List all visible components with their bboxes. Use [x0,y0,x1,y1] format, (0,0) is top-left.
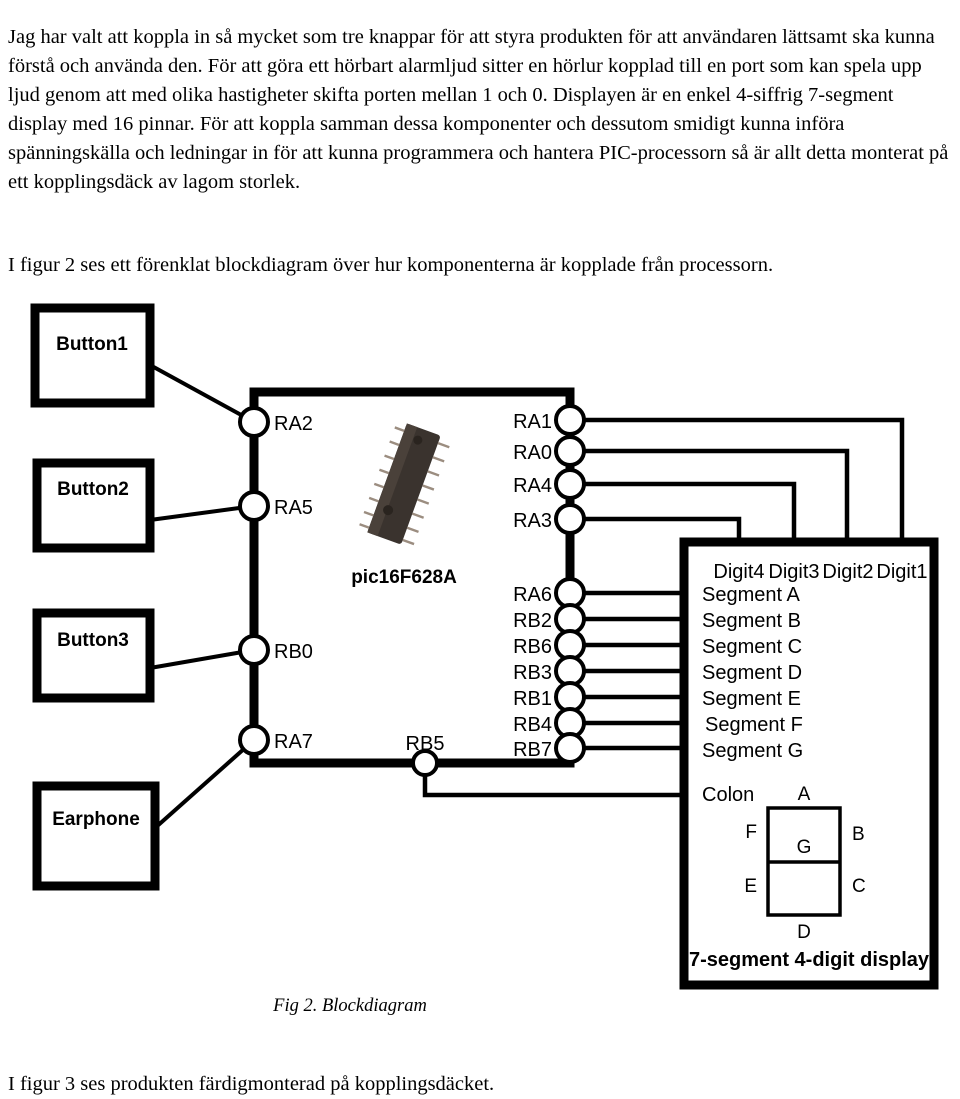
pin-label-ra5: RA5 [274,497,313,519]
seg7-b-letter: B [852,824,865,845]
colon-label: Colon [702,784,754,806]
pin-label-rb3: RB3 [513,662,552,684]
pin-circle-rb7 [554,732,586,764]
button3-box [32,608,155,703]
pin-circle-ra1 [554,404,586,436]
digit-wires [584,417,905,542]
figure-caption: Fig 2. Blockdiagram [273,996,427,1016]
pin-label-ra7: RA7 [274,731,313,753]
pin-label-rb2: RB2 [513,610,552,632]
segment-d-label: Segment D [702,662,802,684]
chip-bottom-pins: RB5 [406,733,445,777]
digit3-label: Digit3 [768,561,819,583]
pin-label-rb0: RB0 [274,641,313,663]
left-block-button3: Button3 [32,608,155,703]
pin-circle-rb2 [554,603,586,635]
block-diagram-svg: Button1 Button2 Button3 Earphone pic16F6… [30,303,939,990]
segment-f-label: Segment F [705,714,803,736]
wire-rb5-colon [422,775,684,798]
digit4-label: Digit4 [713,561,764,583]
display-box [679,537,939,990]
paragraph-figure-ref: I figur 2 ses ett förenklat blockdiagram… [8,253,774,276]
seg7-f-letter: F [745,822,757,843]
pin-circle-rb6 [554,629,586,661]
pin-circle-ra2 [238,406,270,438]
button1-box [30,303,155,408]
pin-circle-rb3 [554,655,586,687]
pin-circle-rb1 [554,681,586,713]
button3-label: Button3 [57,630,129,651]
earphone-box [32,781,160,891]
button1-label: Button1 [56,334,128,355]
segment-g-label: Segment G [702,740,803,762]
pin-label-ra3: RA3 [513,510,552,532]
wire-button1-ra2 [149,363,255,424]
pin-circle-ra3 [554,503,586,535]
pin-label-rb1: RB1 [513,688,552,710]
pin-label-rb6: RB6 [513,636,552,658]
digit1-label: Digit1 [876,561,927,583]
seg7-e-letter: E [744,876,757,897]
pin-label-ra0: RA0 [513,442,552,464]
pin-circle-ra4 [554,468,586,500]
left-block-button1: Button1 [30,303,155,408]
display-title-label: 7-segment 4-digit display [689,949,930,971]
document-page: Jag har valt att koppla in så mycket som… [0,0,960,1095]
paragraph-figure3-ref: I figur 3 ses produkten färdigmonterad p… [8,1072,495,1095]
pin-label-ra2: RA2 [274,413,313,435]
earphone-label: Earphone [52,809,140,830]
digit2-label: Digit2 [822,561,873,583]
seg7-a-letter: A [798,784,811,805]
pin-label-rb5: RB5 [406,733,445,755]
chip-name-label: pic16F628A [351,567,457,588]
button2-label: Button2 [57,479,129,500]
pin-circle-ra0 [554,435,586,467]
left-block-earphone: Earphone [32,781,160,891]
segment-a-label: Segment A [702,584,801,606]
pin-label-ra6: RA6 [513,584,552,606]
button2-box [32,458,155,553]
wire-ra4-digit3 [584,481,797,542]
pin-circle-ra6 [554,577,586,609]
pin-label-rb7: RB7 [513,739,552,761]
wire-earphone-ra7 [153,738,256,830]
pin-label-ra4: RA4 [513,475,552,497]
pin-circle-rb0 [238,634,270,666]
seg7-g-letter: G [797,837,812,858]
left-block-button2: Button2 [32,458,155,553]
pin-label-rb4: RB4 [513,714,552,736]
segment-b-label: Segment B [702,610,801,632]
segment-e-label: Segment E [702,688,801,710]
pin-label-ra1: RA1 [513,411,552,433]
wire-ra1-digit1 [584,417,905,542]
paragraph-intro: Jag har valt att koppla in så mycket som… [8,25,949,193]
wire-ra0-digit2 [584,448,850,542]
left-wires [149,363,256,830]
pin-circle-ra7 [238,724,270,756]
seg7-c-letter: C [852,876,866,897]
block-diagram-figure: Button1 Button2 Button3 Earphone pic16F6… [0,288,960,998]
segment-c-label: Segment C [702,636,802,658]
seg7-d-letter: D [797,922,811,943]
pin-circle-ra5 [238,490,270,522]
